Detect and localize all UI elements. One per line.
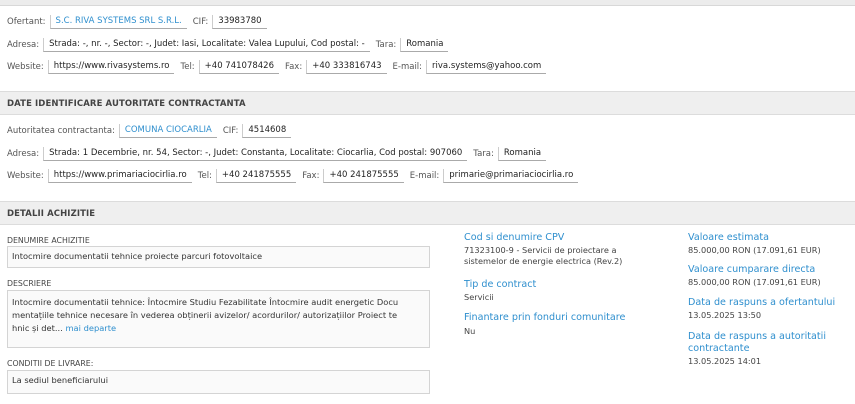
descriere-line-3-text: hnic și det... bbox=[12, 323, 63, 333]
descriere-label: DESCRIERE bbox=[7, 279, 52, 288]
tip-contract-value: Servicii bbox=[464, 292, 494, 302]
autoritate-row: Autoritatea contractanta: COMUNA CIOCARL… bbox=[7, 124, 297, 138]
descriere-field: Intocmire documentatii tehnice: Întocmir… bbox=[7, 290, 430, 348]
ofertant-email-value: riva.systems@yahoo.com bbox=[426, 60, 547, 74]
finantare-value: Nu bbox=[464, 326, 476, 336]
autoritate-cif-label: CIF: bbox=[222, 126, 239, 136]
descriere-line-2: mentațiile tehnice necesare în vederea o… bbox=[12, 310, 398, 320]
ofertant-address-row: Adresa: Strada: -, nr. -, Sector: -, Jud… bbox=[7, 38, 454, 52]
ofertant-name-link[interactable]: S.C. RIVA SYSTEMS SRL S.R.L. bbox=[49, 15, 187, 29]
ofertant-email-label: E-mail: bbox=[392, 62, 423, 72]
autoritate-tel-value: +40 241875555 bbox=[215, 169, 297, 183]
top-divider-bar bbox=[0, 0, 855, 6]
ofertant-contact-row: Website: https://www.rivasystems.ro Tel:… bbox=[7, 60, 552, 74]
ofertant-label: Ofertant: bbox=[7, 17, 46, 27]
descriere-line-3: hnic și det... mai departe bbox=[12, 322, 425, 335]
conditii-label: CONDITII DE LIVRARE: bbox=[7, 359, 94, 368]
data-autoritate-title-line-1: Data de raspuns a autoritatii bbox=[688, 331, 826, 342]
autoritate-name-link[interactable]: COMUNA CIOCARLIA bbox=[118, 124, 217, 138]
ofertant-cif-label: CIF: bbox=[192, 17, 209, 27]
mai-departe-link[interactable]: mai departe bbox=[65, 323, 116, 333]
valoare-estimata-value: 85.000,00 RON (17.091,61 EUR) bbox=[688, 245, 821, 255]
cpv-line-1: 71323100-9 - Servicii de proiectare a bbox=[464, 245, 617, 255]
autoritate-fax-value: +40 241875555 bbox=[323, 169, 404, 183]
cpv-line-2: sistemelor de energie electrica (Rev.2) bbox=[464, 256, 623, 266]
ofertant-adresa-value: Strada: -, nr. -, Sector: -, Judet: Iasi… bbox=[43, 38, 370, 52]
section-title-autoritate: DATE IDENTIFICARE AUTORITATE CONTRACTANT… bbox=[7, 99, 246, 109]
ofertant-tel-value: +40 741078426 bbox=[198, 60, 279, 74]
autoritate-email-value: primarie@primariaciocirlia.ro bbox=[443, 169, 579, 183]
data-autoritate-title: Data de raspuns a autoritatii contractan… bbox=[688, 331, 826, 355]
autoritate-label: Autoritatea contractanta: bbox=[7, 126, 115, 136]
cpv-value: 71323100-9 - Servicii de proiectare a si… bbox=[464, 245, 622, 267]
valoare-cumparare-value: 85.000,00 RON (17.091,61 EUR) bbox=[688, 277, 821, 287]
valoare-cumparare-title: Valoare cumparare directa bbox=[688, 264, 816, 275]
ofertant-website-value: https://www.rivasystems.ro bbox=[47, 60, 175, 74]
ofertant-cif-value: 33983780 bbox=[212, 15, 267, 29]
ofertant-row: Ofertant: S.C. RIVA SYSTEMS SRL S.R.L. C… bbox=[7, 15, 273, 29]
ofertant-adresa-label: Adresa: bbox=[7, 40, 40, 50]
ofertant-fax-label: Fax: bbox=[284, 62, 303, 72]
denumire-value: Intocmire documentatii tehnice proiecte … bbox=[12, 251, 263, 261]
descriere-line-1: Intocmire documentatii tehnice: Întocmir… bbox=[12, 297, 399, 307]
autoritate-tara-label: Tara: bbox=[473, 149, 494, 159]
autoritate-contact-row: Website: https://www.primariaciocirlia.r… bbox=[7, 169, 584, 183]
autoritate-email-label: E-mail: bbox=[409, 171, 440, 181]
valoare-estimata-title: Valoare estimata bbox=[688, 232, 769, 243]
autoritate-tara-value: Romania bbox=[497, 147, 547, 161]
denumire-field: Intocmire documentatii tehnice proiecte … bbox=[7, 246, 430, 268]
tip-contract-title: Tip de contract bbox=[464, 279, 537, 290]
autoritate-website-value: https://www.primariaciocirlia.ro bbox=[47, 169, 192, 183]
data-autoritate-title-line-2: contractante bbox=[688, 343, 750, 354]
finantare-title: Finantare prin fonduri comunitare bbox=[464, 312, 626, 323]
autoritate-adresa-label: Adresa: bbox=[7, 149, 40, 159]
ofertant-tara-value: Romania bbox=[400, 38, 449, 52]
autoritate-address-row: Adresa: Strada: 1 Decembrie, nr. 54, Sec… bbox=[7, 147, 552, 161]
conditii-field: La sediul beneficiarului bbox=[7, 370, 430, 394]
cpv-title: Cod si denumire CPV bbox=[464, 232, 565, 243]
conditii-value: La sediul beneficiarului bbox=[12, 375, 108, 385]
autoritate-tel-label: Tel: bbox=[197, 171, 212, 181]
section-title-achizitie: DETALII ACHIZITIE bbox=[7, 209, 96, 219]
data-autoritate-value: 13.05.2025 14:01 bbox=[688, 356, 762, 366]
section-header-autoritate: DATE IDENTIFICARE AUTORITATE CONTRACTANT… bbox=[0, 91, 855, 115]
autoritate-website-label: Website: bbox=[7, 171, 44, 181]
autoritate-adresa-value: Strada: 1 Decembrie, nr. 54, Sector: -, … bbox=[43, 147, 468, 161]
data-ofertant-value: 13.05.2025 13:50 bbox=[688, 310, 762, 320]
ofertant-tel-label: Tel: bbox=[180, 62, 195, 72]
section-header-achizitie: DETALII ACHIZITIE bbox=[0, 201, 855, 225]
ofertant-website-label: Website: bbox=[7, 62, 44, 72]
ofertant-fax-value: +40 333816743 bbox=[306, 60, 387, 74]
autoritate-fax-label: Fax: bbox=[302, 171, 320, 181]
data-ofertant-title: Data de raspuns a ofertantului bbox=[688, 297, 836, 308]
denumire-label: DENUMIRE ACHIZITIE bbox=[7, 236, 90, 245]
ofertant-tara-label: Tara: bbox=[375, 40, 397, 50]
autoritate-cif-value: 4514608 bbox=[242, 124, 292, 138]
